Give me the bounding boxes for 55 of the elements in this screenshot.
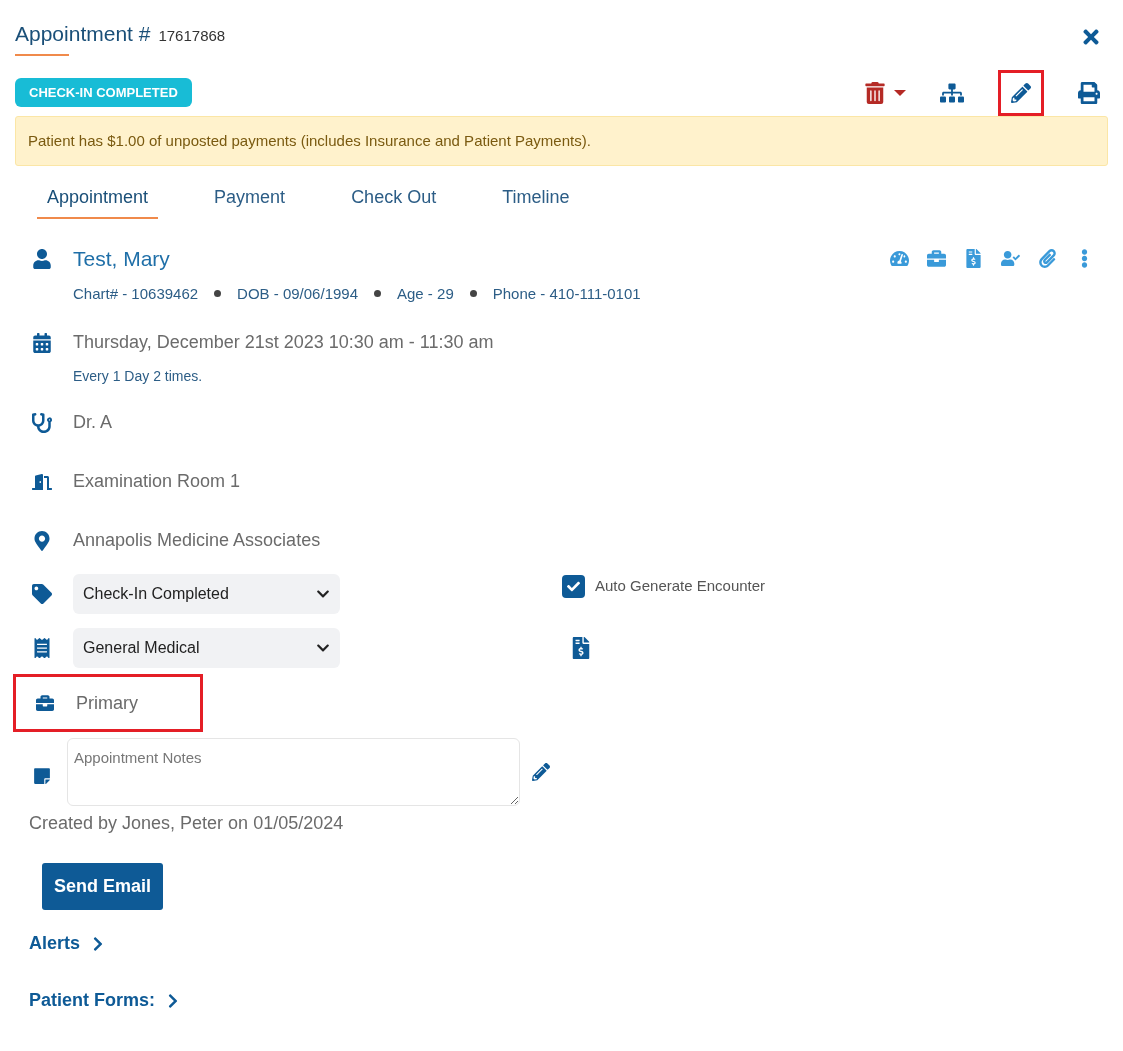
expand-link[interactable]: Patient Forms:	[29, 987, 182, 1014]
calendar-icon	[32, 332, 52, 353]
bullet-icon	[469, 290, 477, 298]
edit-notes-icon[interactable]	[532, 763, 550, 781]
pencil-icon	[1011, 82, 1031, 103]
trash-icon	[864, 81, 886, 104]
person-icon	[32, 248, 52, 269]
hierarchy-icon[interactable]	[940, 80, 964, 105]
patient-detail: DOB - 09/06/1994	[237, 283, 358, 304]
print-icon[interactable]	[1078, 81, 1100, 104]
dialog-title: Appointment #	[15, 21, 151, 47]
briefcase-icon[interactable]	[927, 249, 946, 269]
delete-dropdown-button[interactable]	[864, 81, 906, 104]
type-select[interactable]: General Medical	[73, 628, 340, 668]
auto-generate-checkbox[interactable]	[562, 574, 585, 598]
created-by-text: Created by Jones, Peter on 01/05/2024	[29, 812, 345, 835]
tab[interactable]: Timeline	[492, 184, 580, 219]
note-icon	[33, 767, 51, 785]
payment-alert: Patient has $1.00 of unposted payments (includes Insurance and Patient Payments).	[15, 115, 1108, 166]
user-check-icon[interactable]	[1001, 249, 1020, 269]
patient-detail: Phone - 410-111-0101	[492, 283, 641, 304]
provider-name: Dr. A	[73, 411, 112, 434]
caret-icon	[894, 89, 906, 96]
recurrence-text: Every 1 Day 2 times.	[73, 367, 204, 386]
invoice-icon[interactable]	[964, 249, 983, 269]
invoice-icon[interactable]	[570, 637, 592, 659]
status-select[interactable]: Check-In Completed	[73, 574, 340, 614]
tab[interactable]: Check Out	[341, 184, 447, 219]
receipt-icon	[32, 638, 52, 658]
dashboard-icon[interactable]	[890, 249, 909, 269]
appointment-number: 17617868	[158, 26, 226, 46]
room-name: Examination Room 1	[73, 470, 241, 493]
door-icon	[32, 471, 52, 492]
location-pin-icon	[32, 530, 52, 551]
appointment-time: Thursday, December 21st 2023 10:30 am - 11:30 am	[73, 331, 494, 354]
bullet-icon	[214, 290, 222, 298]
check-icon	[567, 579, 580, 593]
patient-detail: Age - 29	[397, 283, 454, 304]
briefcase-icon	[36, 694, 54, 712]
edit-button[interactable]	[998, 69, 1044, 116]
expand-link[interactable]: Alerts	[29, 930, 107, 957]
insurance-label: Primary	[76, 691, 138, 715]
tab[interactable]: Appointment	[37, 184, 159, 219]
bullet-icon	[374, 290, 381, 298]
send-email-button[interactable]: Send Email	[42, 863, 164, 910]
stethoscope-icon	[32, 412, 52, 433]
tab[interactable]: Payment	[204, 184, 296, 219]
checkbox-label: Auto Generate Encounter	[595, 575, 766, 596]
paperclip-icon[interactable]	[1038, 249, 1057, 269]
patient-name[interactable]: Test, Mary	[73, 243, 170, 275]
location-name: Annapolis Medicine Associates	[73, 529, 321, 552]
status-badge: CHECK-IN COMPLETED	[15, 77, 192, 108]
patient-detail: Chart# - 10639462	[73, 283, 199, 304]
notes-field[interactable]: Appointment Notes	[67, 738, 520, 806]
tag-icon	[32, 584, 52, 604]
